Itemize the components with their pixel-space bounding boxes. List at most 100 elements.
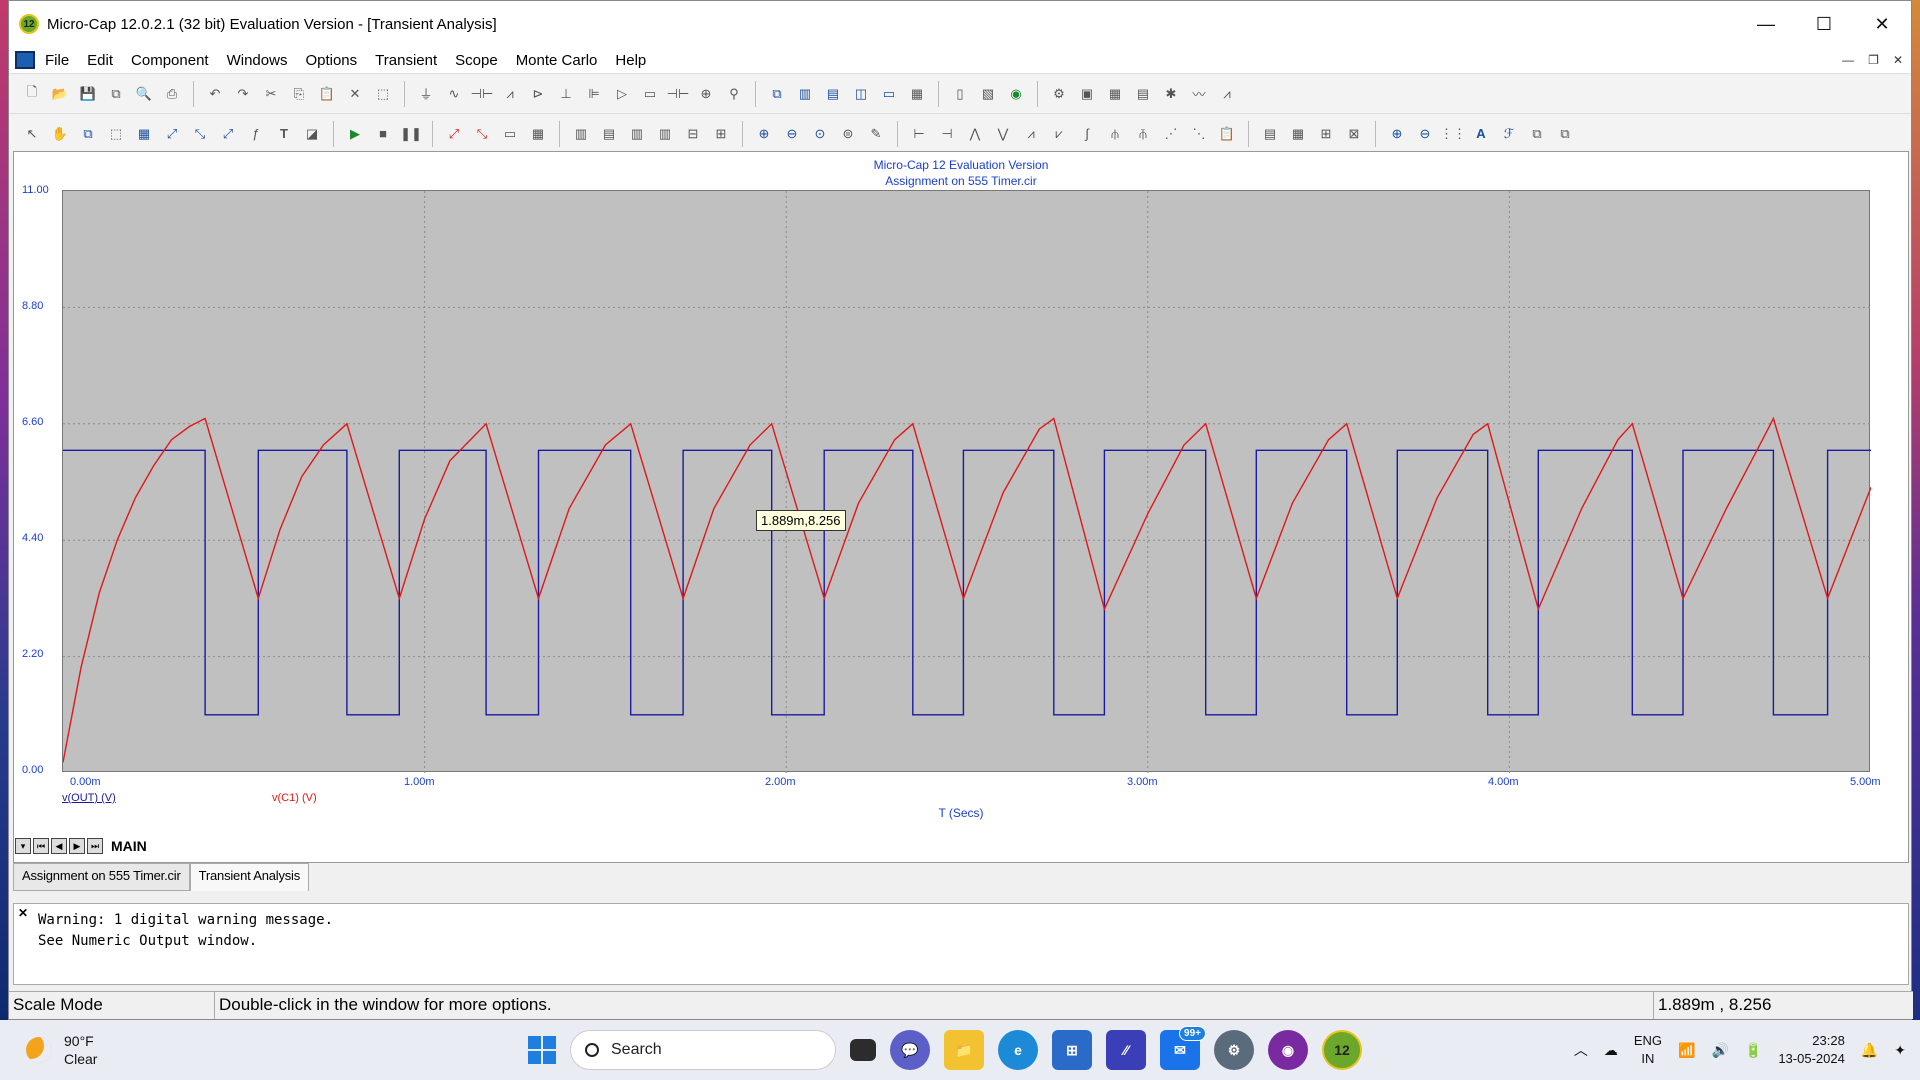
inductor-icon[interactable]: ∿	[443, 83, 465, 105]
legend-v-c1[interactable]: v(C1) (V)	[272, 792, 317, 804]
microsoft-store-icon[interactable]: ⊞	[1052, 1030, 1092, 1070]
notification-bell-icon[interactable]: 🔔	[1861, 1042, 1878, 1059]
point-tag-icon[interactable]: ⤡	[189, 123, 211, 145]
print-icon[interactable]: ⎙	[161, 83, 183, 105]
page-icon[interactable]: ▯	[949, 83, 971, 105]
clock[interactable]: 23:28 13-05-2024	[1778, 1032, 1845, 1068]
show-hidden-icons-icon[interactable]: ︿	[1574, 1040, 1588, 1060]
delete-icon[interactable]: ✕	[344, 83, 366, 105]
task-view-icon[interactable]	[850, 1039, 876, 1061]
plot-area[interactable]	[62, 190, 1872, 773]
cut-icon[interactable]: ✂	[260, 83, 282, 105]
copy-icon[interactable]: ⎘	[288, 83, 310, 105]
font-icon[interactable]: A	[1470, 123, 1492, 145]
ruler-icon[interactable]: ⊞	[710, 123, 732, 145]
global-low-icon[interactable]: ⫚	[1132, 123, 1154, 145]
sheet-tab-main[interactable]: MAIN	[111, 838, 147, 854]
onedrive-cloud-icon[interactable]: ☁	[1604, 1042, 1618, 1059]
cursor-right-icon[interactable]: ⊣	[936, 123, 958, 145]
global-high-icon[interactable]: ⫛	[1104, 123, 1126, 145]
tokens-icon[interactable]: ▥	[654, 123, 676, 145]
globe-icon[interactable]: ◉	[1005, 83, 1027, 105]
diode-icon[interactable]: ⊳	[527, 83, 549, 105]
plot-window[interactable]: Micro-Cap 12 Evaluation Version Assignme…	[13, 151, 1909, 863]
tab-transient-analysis[interactable]: Transient Analysis	[189, 863, 310, 891]
paste-icon[interactable]: 📋	[316, 83, 338, 105]
menu-file[interactable]: File	[45, 52, 69, 69]
teams-chat-icon[interactable]: 💬	[890, 1030, 930, 1070]
ground-icon[interactable]: ⏚	[415, 83, 437, 105]
probe-mode-icon[interactable]: ⚙	[1048, 83, 1070, 105]
select-all-icon[interactable]: ⬚	[372, 83, 394, 105]
tools-icon[interactable]: ✱	[1160, 83, 1182, 105]
zoom-box-icon[interactable]: ⧉	[77, 123, 99, 145]
nav-first-icon[interactable]: ⏮	[33, 838, 49, 854]
whiteboard-app-icon[interactable]: ⁄⁄	[1106, 1030, 1146, 1070]
settings-gear-icon[interactable]: ⚙	[1214, 1030, 1254, 1070]
menu-options[interactable]: Options	[305, 52, 357, 69]
menu-transient[interactable]: Transient	[375, 52, 437, 69]
menu-windows[interactable]: Windows	[227, 52, 288, 69]
zoom-reset-icon[interactable]: ⊜	[837, 123, 859, 145]
source-icon[interactable]: ⊕	[695, 83, 717, 105]
horizontal-tag-icon[interactable]: ⤢	[217, 123, 239, 145]
grid-icon[interactable]: ▦	[527, 123, 549, 145]
text-color-icon[interactable]: ℱ	[1498, 123, 1520, 145]
windows-start-icon[interactable]	[528, 1036, 556, 1064]
pause-icon[interactable]: ❚❚	[400, 123, 422, 145]
go-to-x-icon[interactable]: ⋱	[1188, 123, 1210, 145]
close-button[interactable]: ✕	[1853, 1, 1911, 47]
peak-icon[interactable]: ⋀	[964, 123, 986, 145]
print-preview-icon[interactable]: 🔍	[133, 83, 155, 105]
message-pane[interactable]: ✕ Warning: 1 digital warning message. Se…	[13, 903, 1909, 985]
language-indicator[interactable]: ENG IN	[1634, 1032, 1662, 1068]
magnify-out-icon[interactable]: ⊖	[1414, 123, 1436, 145]
rectangle-icon[interactable]: ▭	[499, 123, 521, 145]
analysis-icon[interactable]: ▦	[1104, 83, 1126, 105]
battery-icon[interactable]: 🔋	[1745, 1042, 1762, 1059]
copilot-icon[interactable]: ✦	[1894, 1042, 1906, 1059]
file-explorer-icon[interactable]: 📁	[944, 1030, 984, 1070]
waveform-icon[interactable]: 〰	[1188, 83, 1210, 105]
document-icon[interactable]	[15, 51, 35, 69]
opamp-icon[interactable]: ▷	[611, 83, 633, 105]
run-icon[interactable]: ▶	[344, 123, 366, 145]
stop-icon[interactable]: ■	[372, 123, 394, 145]
slope-icon[interactable]: ⋰	[1160, 123, 1182, 145]
low-icon[interactable]: ⩗	[1048, 123, 1070, 145]
mdi-close-icon[interactable]: ✕	[1893, 53, 1903, 67]
volume-icon[interactable]: 🔊	[1711, 1042, 1728, 1059]
zoom-out-icon[interactable]: ⊖	[781, 123, 803, 145]
redo-icon[interactable]: ↷	[232, 83, 254, 105]
select-arrow-icon[interactable]: ↖	[21, 123, 43, 145]
minimize-button[interactable]: —	[1737, 1, 1795, 47]
close-messages-icon[interactable]: ✕	[18, 906, 28, 920]
animate-icon[interactable]: ▦	[1287, 123, 1309, 145]
cursor-left-icon[interactable]: ⊢	[908, 123, 930, 145]
valley-icon[interactable]: ⋁	[992, 123, 1014, 145]
tile-horizontal-icon[interactable]: ▤	[822, 83, 844, 105]
capacitor-icon[interactable]: ⊣⊢	[471, 83, 494, 105]
scale-mode-icon[interactable]: ⬚	[105, 123, 127, 145]
macro-icon[interactable]: ▭	[639, 83, 661, 105]
wifi-icon[interactable]: 📶	[1678, 1042, 1695, 1059]
inflection-icon[interactable]: ∫	[1076, 123, 1098, 145]
tab-schematic[interactable]: Assignment on 555 Timer.cir	[13, 863, 190, 891]
cascade-icon[interactable]: ⧉	[766, 83, 788, 105]
battery-icon[interactable]: ⊣⊢	[667, 83, 690, 105]
open-file-icon[interactable]: 📂	[49, 83, 71, 105]
mdi-restore-icon[interactable]: ❐	[1868, 53, 1879, 67]
undo-icon[interactable]: ↶	[204, 83, 226, 105]
menu-monte-carlo[interactable]: Monte Carlo	[516, 52, 598, 69]
point-scale-icon[interactable]: ▦	[133, 123, 155, 145]
zoom-fit-icon[interactable]: ⊙	[809, 123, 831, 145]
menu-component[interactable]: Component	[131, 52, 209, 69]
microcap-taskbar-icon[interactable]: 12	[1322, 1030, 1362, 1070]
taskbar-search[interactable]: Search	[570, 1030, 836, 1070]
fourier-icon[interactable]: ⩘	[1216, 83, 1238, 105]
numeric-output-icon[interactable]: ▤	[1259, 123, 1281, 145]
cursor-mode-icon[interactable]: ⤢	[161, 123, 183, 145]
clipboard-icon[interactable]: 📋	[1216, 123, 1238, 145]
probe-icon[interactable]: ⚲	[723, 83, 745, 105]
restore-limits-icon[interactable]: ⤡	[471, 123, 493, 145]
